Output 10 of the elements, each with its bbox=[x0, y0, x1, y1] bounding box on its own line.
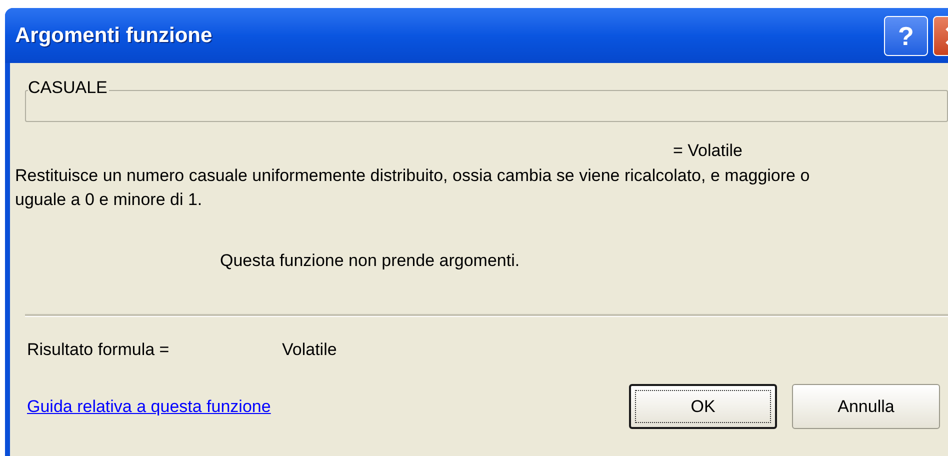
result-value: Volatile bbox=[282, 338, 337, 360]
dialog-button[interactable]: OK bbox=[629, 384, 777, 429]
result-label: Risultato formula = bbox=[27, 338, 170, 360]
help-button[interactable]: ? bbox=[884, 16, 928, 56]
function-description: Restituisce un numero casuale uniformemente distribuito, ossia cambia se viene ricalcolato, e maggiore o uguale a 0 e minore di 1. bbox=[15, 165, 811, 211]
preview-value: = Volatile bbox=[673, 141, 742, 160]
window-title: Argomenti funzione bbox=[15, 22, 214, 49]
help-link[interactable]: Guida relativa a questa funzione bbox=[27, 394, 614, 420]
no-arguments-note: Questa funzione non prende argomenti. bbox=[220, 251, 520, 270]
dialog-button[interactable]: Annulla bbox=[792, 384, 940, 429]
